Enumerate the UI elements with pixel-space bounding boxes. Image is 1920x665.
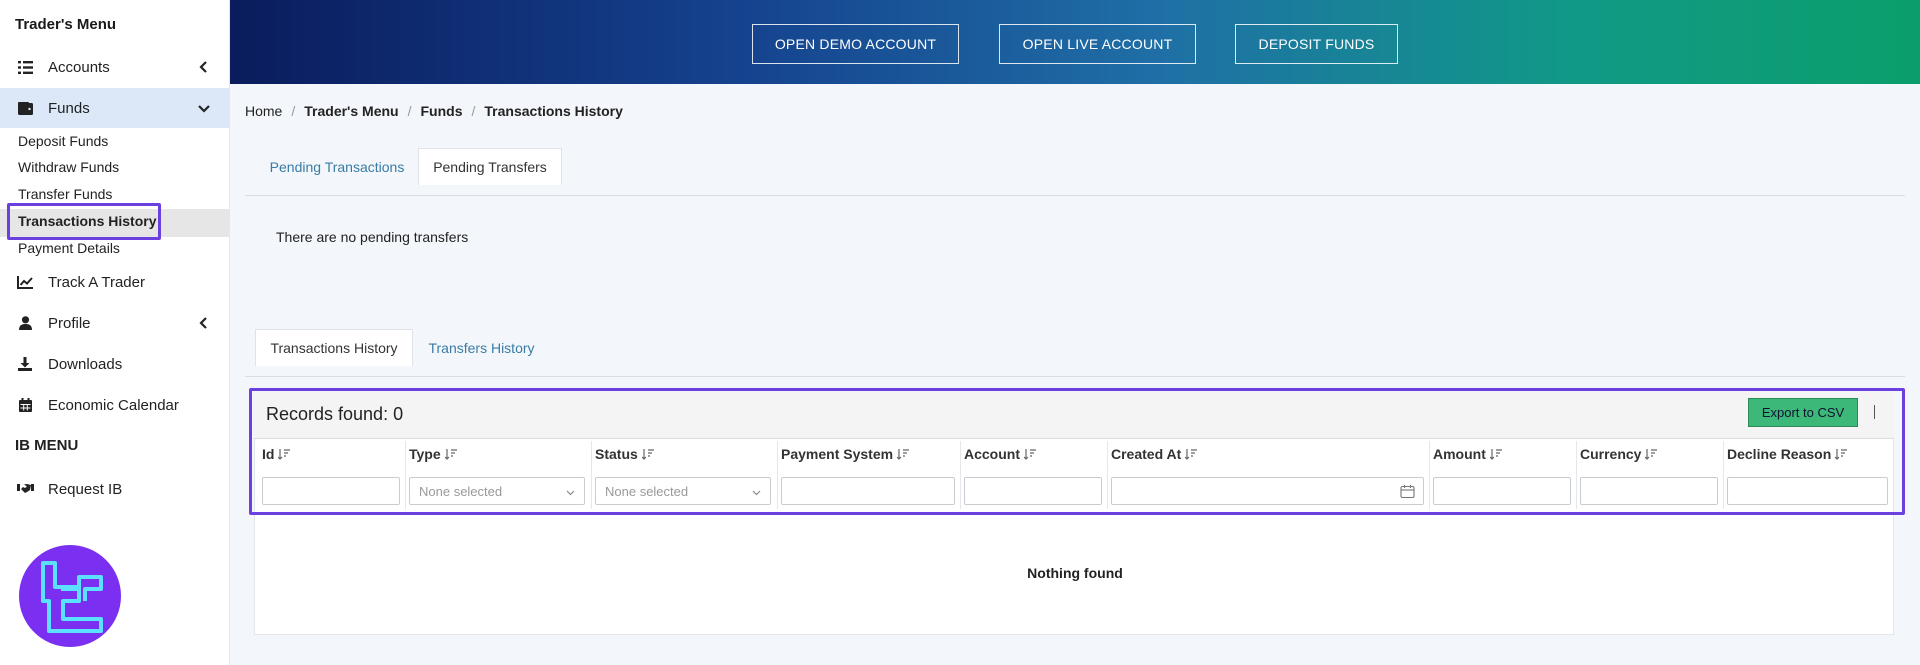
tab-transactions-history[interactable]: Transactions History [255,329,413,366]
top-banner: OPEN DEMO ACCOUNT OPEN LIVE ACCOUNT DEPO… [230,0,1920,84]
chevron-left-icon [199,61,207,73]
sidebar-item-label: Track A Trader [48,273,145,291]
sidebar-item-label: Economic Calendar [48,396,179,414]
sidebar-title: Trader's Menu [15,16,117,33]
sidebar-subitem-withdraw-funds[interactable]: Withdraw Funds [18,159,119,175]
open-demo-account-button[interactable]: OPEN DEMO ACCOUNT [752,24,959,64]
list-icon [16,58,34,76]
tab-pending-transactions[interactable]: Pending Transactions [256,148,418,185]
breadcrumb-separator: / [471,103,476,119]
user-icon [16,314,34,332]
sidebar-item-economic-calendar[interactable]: Economic Calendar [0,385,229,425]
sidebar-item-label: Profile [48,314,91,332]
sidebar-item-label: Funds [48,99,90,117]
tab-transfers-history[interactable]: Transfers History [414,329,549,366]
breadcrumb-separator: / [407,103,412,119]
sidebar-item-label: Accounts [48,58,110,76]
tabs-divider [245,195,1905,196]
chart-line-icon [16,273,34,291]
brand-logo [19,545,121,647]
breadcrumb-current: Transactions History [484,103,623,119]
sidebar: Trader's Menu Accounts Funds Deposit Fun… [0,0,230,665]
breadcrumb-separator: / [291,103,296,119]
download-icon [16,355,34,373]
sidebar-subitem-deposit-funds[interactable]: Deposit Funds [18,133,108,149]
sidebar-subitem-transfer-funds[interactable]: Transfer Funds [18,186,112,202]
open-live-account-button[interactable]: OPEN LIVE ACCOUNT [999,24,1196,64]
handshake-icon [16,480,34,498]
no-pending-message: There are no pending transfers [276,229,469,245]
highlight-box [249,388,1905,515]
ib-menu-title: IB MENU [15,437,79,454]
tabs-divider [245,376,1905,377]
breadcrumb-traders-menu[interactable]: Trader's Menu [304,103,398,119]
breadcrumb: Home / Trader's Menu / Funds / Transacti… [245,103,623,119]
chevron-down-icon [198,105,210,113]
sidebar-item-request-ib[interactable]: Request IB [0,469,229,509]
breadcrumb-home[interactable]: Home [245,103,282,119]
sidebar-item-track-a-trader[interactable]: Track A Trader [0,262,229,302]
sidebar-subitem-payment-details[interactable]: Payment Details [18,240,120,256]
tab-pending-transfers[interactable]: Pending Transfers [418,148,562,185]
calendar-icon [16,396,34,414]
deposit-funds-button[interactable]: DEPOSIT FUNDS [1235,24,1398,64]
chevron-left-icon [199,317,207,329]
breadcrumb-funds[interactable]: Funds [421,103,463,119]
highlight-box [7,203,161,240]
sidebar-item-label: Downloads [48,355,123,373]
sidebar-item-downloads[interactable]: Downloads [0,344,229,384]
empty-message: Nothing found [1027,565,1123,581]
sidebar-item-funds[interactable]: Funds [0,88,229,128]
sidebar-item-label: Request IB [48,480,123,498]
sidebar-item-accounts[interactable]: Accounts [0,47,229,87]
sidebar-item-profile[interactable]: Profile [0,303,229,343]
wallet-icon [16,99,34,117]
